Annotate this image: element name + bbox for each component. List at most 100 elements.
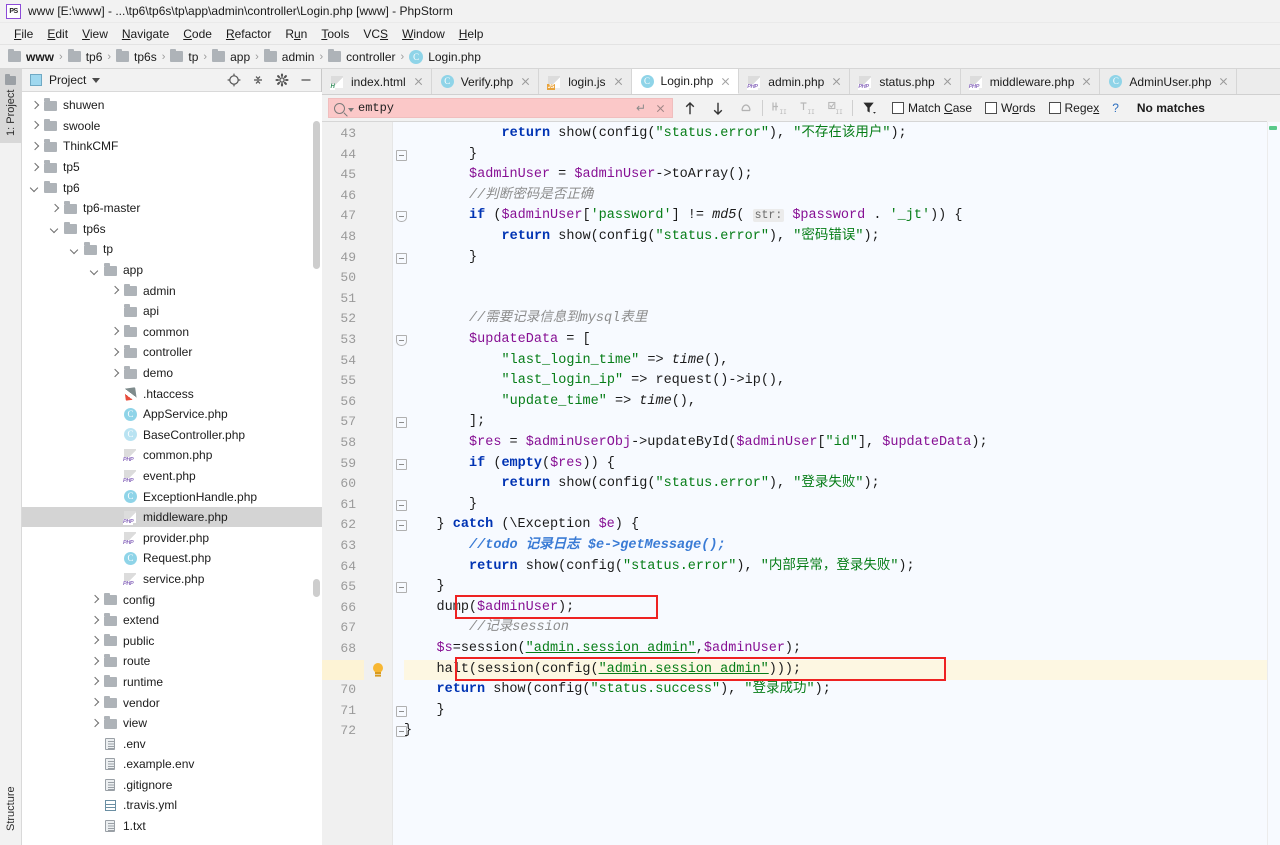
close-tab-icon[interactable]: [413, 76, 424, 87]
error-stripe-marker-bar[interactable]: [1267, 122, 1280, 845]
tree-item-controller[interactable]: controller: [22, 342, 322, 363]
enter-icon[interactable]: ↵: [636, 101, 646, 115]
chevron-right-icon[interactable]: [88, 696, 102, 710]
chevron-down-icon[interactable]: [348, 107, 354, 112]
tree-item--gitignore[interactable]: .gitignore: [22, 775, 322, 796]
breadcrumb-item-controller[interactable]: controller: [328, 48, 396, 64]
close-tab-icon[interactable]: [942, 76, 953, 87]
menu-tools[interactable]: Tools: [314, 26, 356, 42]
editor-tab-login-php[interactable]: C Login.php: [631, 69, 740, 94]
intention-bulb-icon[interactable]: [372, 662, 384, 678]
chevron-right-icon[interactable]: [88, 593, 102, 607]
chevron-right-icon[interactable]: [28, 160, 42, 174]
select-occurrences-icon[interactable]: II: [828, 101, 843, 116]
breadcrumb-item-login-php[interactable]: C Login.php: [409, 49, 481, 64]
editor-tab-admin-php[interactable]: admin.php: [739, 69, 851, 94]
tree-item-tp5[interactable]: tp5: [22, 157, 322, 178]
code-line-57[interactable]: ];: [404, 412, 485, 433]
editor-tab-login-js[interactable]: JS login.js: [539, 69, 632, 94]
tree-item-swoole[interactable]: swoole: [22, 116, 322, 137]
code-line-43[interactable]: return show(config("status.error"), "不存在…: [404, 124, 907, 145]
fold-gutter[interactable]: [392, 122, 407, 845]
rail-button-structure[interactable]: Structure: [0, 773, 22, 845]
code-editor[interactable]: 43 44 45 46 47 48 49 50 51 52 53 54 55 56 57 58 59 60 61 62…: [322, 122, 1280, 845]
tree-item--travis-yml[interactable]: .travis.yml: [22, 795, 322, 816]
help-link[interactable]: ?: [1112, 101, 1119, 115]
code-line-60[interactable]: return show(config("status.error"), "登录失…: [404, 474, 880, 495]
project-scrollbar-thumb-upper[interactable]: [313, 121, 320, 269]
icon-gutter[interactable]: [364, 122, 392, 845]
tree-item-common[interactable]: common: [22, 322, 322, 343]
code-line-65[interactable]: }: [404, 577, 445, 598]
tree-item-route[interactable]: route: [22, 651, 322, 672]
code-line-52[interactable]: //需要记录信息到mysql表里: [404, 309, 647, 330]
vcs-change-marker[interactable]: [1269, 126, 1277, 130]
breadcrumb-item-tp6s[interactable]: tp6s: [116, 48, 157, 64]
editor-tab-adminuser-php[interactable]: C AdminUser.php: [1100, 69, 1238, 94]
editor-tab-status-php[interactable]: status.php: [850, 69, 961, 94]
close-tab-icon[interactable]: [1081, 76, 1092, 87]
chevron-right-icon[interactable]: [88, 634, 102, 648]
tree-item-tp[interactable]: tp: [22, 239, 322, 260]
menu-window[interactable]: Window: [395, 26, 452, 42]
tree-item-view[interactable]: view: [22, 713, 322, 734]
tree-item-request-php[interactable]: C Request.php: [22, 548, 322, 569]
code-line-44[interactable]: }: [404, 145, 477, 166]
tree-item-public[interactable]: public: [22, 630, 322, 651]
tree-item-demo[interactable]: demo: [22, 363, 322, 384]
chevron-right-icon[interactable]: [88, 716, 102, 730]
close-tab-icon[interactable]: [613, 76, 624, 87]
tree-item-admin[interactable]: admin: [22, 280, 322, 301]
tree-item-middleware-php[interactable]: middleware.php: [22, 506, 322, 528]
code-line-72[interactable]: }: [404, 721, 412, 742]
code-line-61[interactable]: }: [404, 495, 477, 516]
editor-tab-bar[interactable]: Hindex.html C Verify.php JS login.js C Login.p…: [322, 69, 1280, 95]
code-line-53[interactable]: $updateData = [: [404, 330, 591, 351]
tree-item-api[interactable]: api: [22, 301, 322, 322]
menu-navigate[interactable]: Navigate: [115, 26, 176, 42]
tree-item--env[interactable]: .env: [22, 733, 322, 754]
editor-tab-verify-php[interactable]: C Verify.php: [431, 69, 540, 94]
chevron-down-icon[interactable]: [92, 77, 101, 83]
menu-file[interactable]: File: [7, 26, 40, 42]
menu-edit[interactable]: Edit: [40, 26, 75, 42]
tree-item-appservice-php[interactable]: C AppService.php: [22, 404, 322, 425]
tree-item-exceptionhandle-php[interactable]: C ExceptionHandle.php: [22, 486, 322, 507]
tree-item-1-txt[interactable]: 1.txt: [22, 816, 322, 837]
code-line-67[interactable]: //记录session: [404, 618, 569, 639]
menu-run[interactable]: Run: [278, 26, 314, 42]
chevron-right-icon[interactable]: [28, 98, 42, 112]
tree-item-provider-php[interactable]: provider.php: [22, 527, 322, 548]
editor-tab-index-html[interactable]: Hindex.html: [322, 69, 432, 94]
code-text[interactable]: return show(config("status.error"), "不存在…: [404, 122, 1280, 845]
breadcrumb-item-www[interactable]: www: [8, 48, 54, 64]
tree-item-tp6[interactable]: tp6: [22, 177, 322, 198]
chevron-down-icon[interactable]: [88, 263, 102, 277]
project-scrollbar-thumb[interactable]: [313, 579, 320, 597]
breadcrumb-item-admin[interactable]: admin: [263, 48, 314, 64]
code-line-66[interactable]: dump($adminUser);: [404, 598, 575, 619]
tree-item-tp6s[interactable]: tp6s: [22, 219, 322, 240]
tree-item-basecontroller-php[interactable]: C BaseController.php: [22, 425, 322, 446]
chevron-right-icon[interactable]: [48, 201, 62, 215]
code-line-55[interactable]: "last_login_ip" => request()->ip(),: [404, 371, 786, 392]
code-line-68[interactable]: $s=session("admin.session_admin",$adminU…: [404, 639, 802, 660]
breadcrumb-item-tp6[interactable]: tp6: [67, 48, 102, 64]
menu-vcs[interactable]: VCS: [356, 26, 395, 42]
tree-item-shuwen[interactable]: shuwen: [22, 95, 322, 116]
editor-tab-middleware-php[interactable]: middleware.php: [960, 69, 1101, 94]
minimize-icon[interactable]: [299, 73, 313, 87]
close-tab-icon[interactable]: [720, 76, 731, 87]
tree-item-runtime[interactable]: runtime: [22, 672, 322, 693]
project-tree[interactable]: shuwen swoole ThinkCMF tp5 tp6 tp6-master tp6s…: [22, 92, 322, 845]
close-tab-icon[interactable]: [520, 76, 531, 87]
breadcrumb-item-app[interactable]: app: [212, 48, 250, 64]
regex-checkbox[interactable]: Regex: [1048, 101, 1099, 115]
rail-button-project[interactable]: 1: Project: [0, 69, 22, 143]
chevron-right-icon[interactable]: [108, 366, 122, 380]
locate-icon[interactable]: [227, 73, 241, 87]
menu-code[interactable]: Code: [176, 26, 219, 42]
menu-bar[interactable]: File Edit View Navigate Code Refactor Ru…: [0, 23, 1280, 45]
chevron-right-icon[interactable]: [108, 345, 122, 359]
menu-help[interactable]: Help: [452, 26, 491, 42]
